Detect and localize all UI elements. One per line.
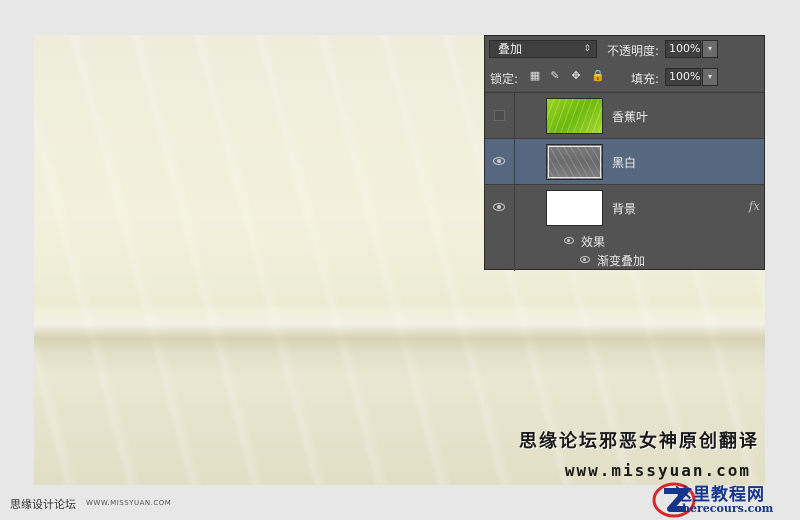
opacity-input[interactable]: 100% <box>665 40 701 58</box>
gradient-overlay-eye-icon[interactable] <box>580 256 590 263</box>
eye-icon[interactable] <box>493 157 505 165</box>
effects-eye-icon[interactable] <box>564 237 574 244</box>
fill-dropdown-button[interactable]: ▾ <box>702 68 718 86</box>
layer-name[interactable]: 黑白 <box>612 154 636 171</box>
footer-site-name: 思缘设计论坛 <box>10 498 76 511</box>
fill-input[interactable]: 100% <box>665 68 701 86</box>
logo-text-en: herecours.com <box>682 502 774 515</box>
opacity-dropdown-button[interactable]: ▾ <box>702 40 718 58</box>
horizontal-light-band <box>34 305 765 353</box>
eye-icon[interactable] <box>493 203 505 211</box>
layers-panel: 叠加 ⇕ 不透明度: 100% ▾ 锁定: ▦ ✎ ✥ 🔒 填充: 100% ▾… <box>484 35 765 271</box>
footer-site-url: WWW.MISSYUAN.COM <box>86 499 172 507</box>
blend-options-row: 叠加 ⇕ 不透明度: 100% ▾ <box>485 36 764 64</box>
fx-icon[interactable]: fx <box>749 199 760 213</box>
layer-row-banana-leaf[interactable]: 香蕉叶 <box>485 93 764 139</box>
lock-all-padlock-icon[interactable]: 🔒 <box>591 70 605 82</box>
layer-name[interactable]: 香蕉叶 <box>612 108 648 125</box>
lock-transparency-icon[interactable]: ▦ <box>529 70 541 82</box>
visibility-toggle[interactable] <box>485 185 515 271</box>
blend-mode-value: 叠加 <box>498 42 523 56</box>
hidden-visibility-box[interactable] <box>494 110 505 121</box>
opacity-label: 不透明度: <box>607 44 660 58</box>
layer-name[interactable]: 背景 <box>612 200 636 217</box>
layer-row-black-white[interactable]: 黑白 <box>485 139 764 185</box>
visibility-toggle[interactable] <box>485 139 515 185</box>
fill-label: 填充: <box>631 72 660 86</box>
updown-arrows-icon: ⇕ <box>583 44 591 54</box>
lock-image-brush-icon[interactable]: ✎ <box>549 70 561 82</box>
layer-thumbnail-white <box>546 190 603 226</box>
layer-row-background[interactable]: 背景 fx <box>485 185 764 271</box>
effect-gradient-overlay[interactable]: 渐变叠加 <box>597 252 645 269</box>
lock-fill-row: 锁定: ▦ ✎ ✥ 🔒 填充: 100% ▾ <box>485 64 764 93</box>
layer-thumbnail-gray-leaf <box>546 144 603 180</box>
layer-thumbnail-green-leaf <box>546 98 603 134</box>
credit-text-cn: 思缘论坛邪恶女神原创翻译 <box>519 431 759 452</box>
effects-label: 效果 <box>581 235 606 249</box>
lock-position-move-icon[interactable]: ✥ <box>570 70 582 82</box>
visibility-toggle[interactable] <box>485 93 515 139</box>
lock-label: 锁定: <box>490 72 519 86</box>
blend-mode-select[interactable]: 叠加 ⇕ <box>489 40 597 58</box>
